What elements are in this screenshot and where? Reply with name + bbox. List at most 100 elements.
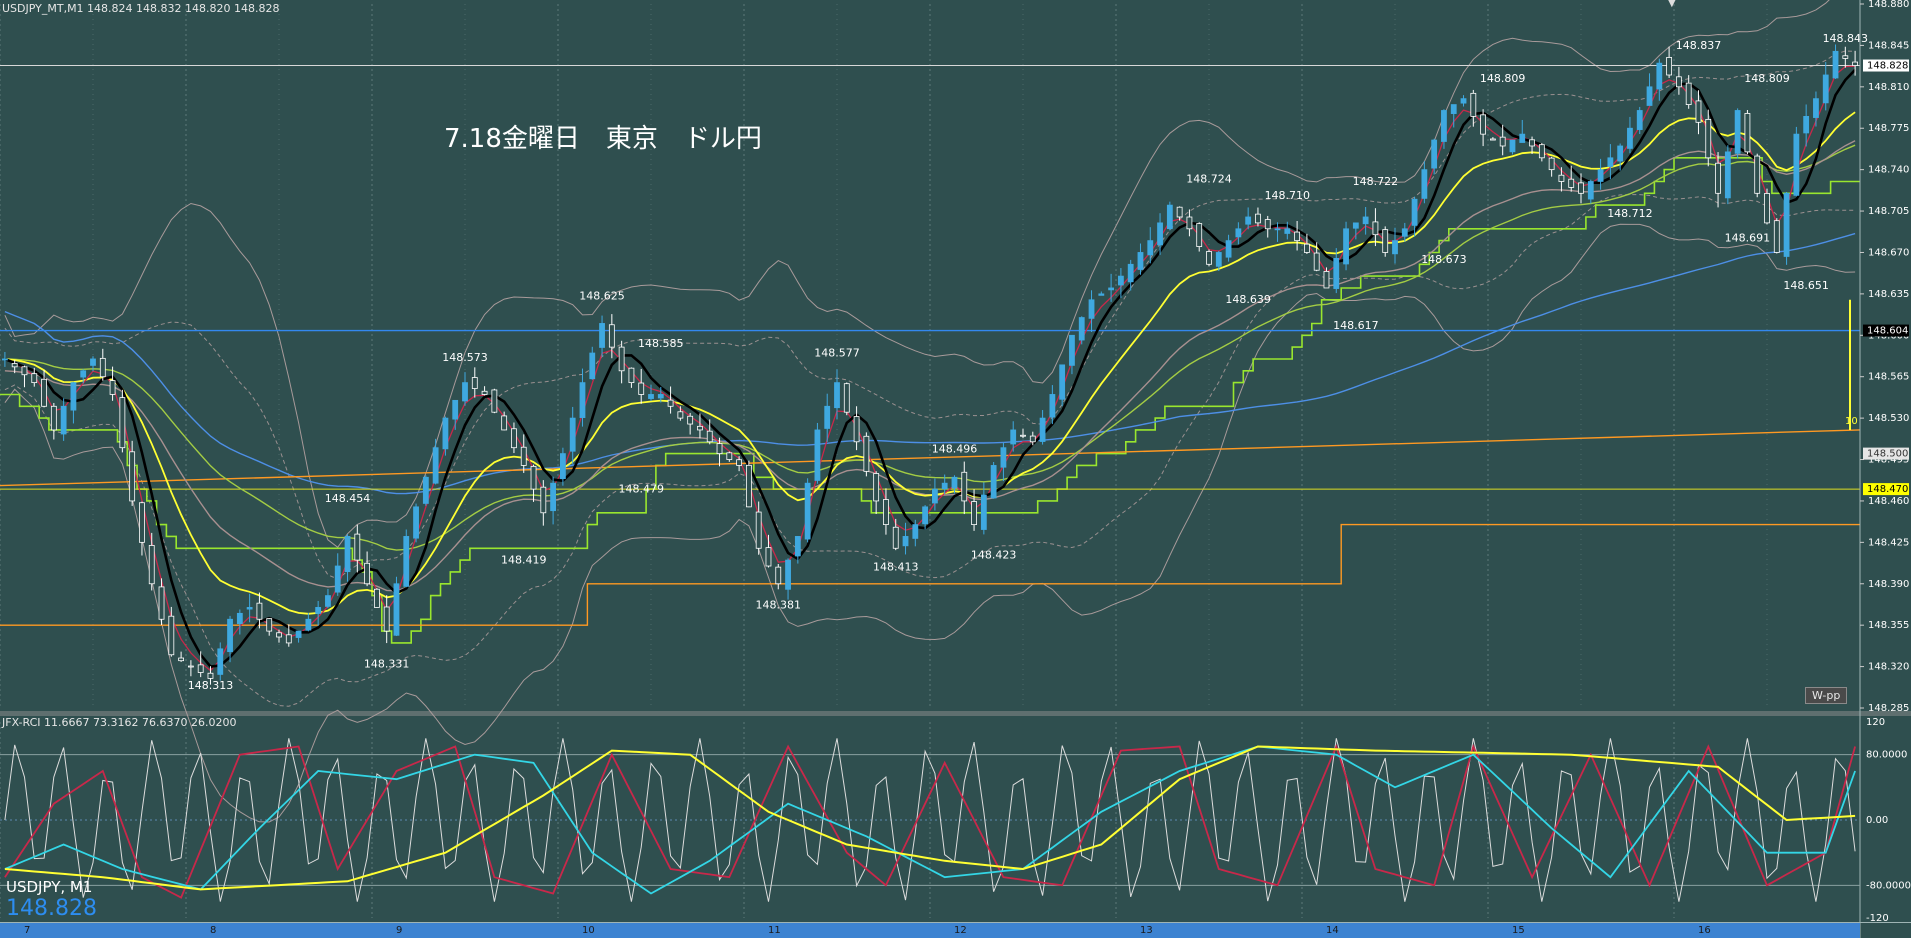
- time-tick-label: 15: [1512, 925, 1525, 936]
- candle-body: [726, 452, 733, 460]
- candle-body: [471, 377, 478, 389]
- price-tick-label: 148.880: [1868, 0, 1909, 10]
- candle-body: [1294, 231, 1301, 242]
- candle-body: [1274, 228, 1281, 231]
- chart-annotation: 7.18金曜日 東京 ドル円: [444, 124, 762, 154]
- time-tick-label: 7: [24, 925, 30, 936]
- price-tick-label: 148.635: [1868, 289, 1909, 300]
- time-tick-label: 11: [768, 925, 781, 936]
- candle-body: [765, 547, 772, 567]
- candle-body: [814, 429, 821, 481]
- price-tick-label: 148.390: [1868, 579, 1909, 590]
- scroll-marker-icon[interactable]: ▼: [1668, 0, 1676, 9]
- candle-body: [187, 665, 194, 668]
- candle-body: [462, 382, 468, 402]
- candle-body: [1010, 429, 1017, 445]
- candle-body: [824, 405, 831, 429]
- candle-body: [1822, 74, 1829, 104]
- candle-body: [227, 618, 233, 653]
- candle-body: [990, 465, 997, 499]
- peak-label: 148.331: [364, 658, 410, 671]
- time-tick-label: 13: [1140, 925, 1153, 936]
- candle-body: [295, 630, 302, 638]
- candle-body: [501, 415, 508, 431]
- candle-body: [1147, 240, 1154, 256]
- candle-body: [608, 324, 615, 348]
- candle-body: [1186, 216, 1193, 230]
- chart-header: USDJPY_MT,M1 148.824 148.832 148.820 148…: [2, 2, 280, 15]
- candle-body: [413, 506, 419, 539]
- candle-body: [1117, 275, 1124, 286]
- candle-body: [1333, 257, 1340, 289]
- peak-label: 148.673: [1421, 253, 1467, 266]
- candle-body: [1607, 157, 1614, 167]
- candle-body: [1362, 216, 1369, 225]
- peak-label: 148.617: [1333, 319, 1379, 332]
- price-badge-label: 148.828: [1867, 61, 1908, 72]
- peak-label: 148.639: [1225, 293, 1271, 306]
- candle-body: [99, 357, 106, 378]
- candle-body: [1137, 252, 1144, 270]
- candle-body: [618, 346, 625, 372]
- candle-body: [1734, 110, 1741, 154]
- candle-body: [706, 430, 713, 443]
- candle-body: [1509, 139, 1516, 153]
- candle-body: [60, 405, 67, 435]
- candle-body: [364, 562, 371, 585]
- candle-body: [139, 502, 145, 543]
- price-tick-label: 148.705: [1868, 206, 1909, 217]
- price-chart[interactable]: 148.313 148.331 148.454 148.573 148.419 148.6…: [0, 0, 1911, 938]
- candle-body: [873, 473, 880, 502]
- candle-body: [794, 536, 801, 557]
- candle-body: [1597, 169, 1604, 182]
- candle-body: [442, 417, 449, 450]
- candle-body: [41, 378, 47, 407]
- candle-body: [1411, 198, 1418, 226]
- candle-body: [178, 657, 185, 662]
- candle-body: [697, 425, 703, 431]
- candle-body: [1372, 221, 1379, 236]
- peak-label: 148.710: [1265, 189, 1311, 202]
- candle-body: [1813, 98, 1819, 118]
- candle-body: [207, 672, 214, 679]
- wpp-button[interactable]: W-pp: [1805, 687, 1848, 704]
- rci-tick-label: 120: [1866, 717, 1885, 728]
- time-axis-bar[interactable]: [0, 922, 1860, 938]
- candle-body: [961, 471, 968, 502]
- candle-body: [1529, 139, 1535, 147]
- time-tick-label: 14: [1326, 925, 1339, 936]
- price-tick-label: 148.285: [1868, 703, 1909, 714]
- candle-body: [1568, 178, 1575, 188]
- candle-body: [834, 382, 840, 409]
- candle-body: [491, 389, 498, 413]
- candle-body: [755, 511, 762, 549]
- candle-body: [1245, 216, 1252, 225]
- candle-body: [912, 524, 919, 539]
- candle-body: [736, 459, 743, 466]
- candle-body: [657, 394, 664, 399]
- candle-body: [129, 451, 136, 502]
- candle-body: [638, 382, 645, 395]
- candle-body: [344, 536, 351, 573]
- candle-body: [1705, 118, 1712, 159]
- candle-body: [980, 494, 987, 530]
- candle-body: [432, 447, 439, 484]
- rci-tick-label: 0.00: [1866, 815, 1888, 826]
- candle-body: [804, 482, 811, 540]
- price-tick-label: 148.530: [1868, 413, 1909, 424]
- candle-body: [80, 370, 87, 378]
- price-badge-label: 148.604: [1867, 326, 1908, 337]
- candle-body: [168, 615, 175, 656]
- candle-body: [1323, 271, 1330, 289]
- candle-body: [383, 606, 390, 632]
- candle-body: [325, 595, 331, 607]
- candle-body: [1627, 127, 1633, 149]
- candle-body: [1352, 222, 1359, 229]
- candle-body: [1715, 162, 1721, 194]
- candle-body: [1206, 251, 1212, 265]
- candle-body: [1284, 228, 1291, 234]
- candle-body: [1049, 394, 1056, 418]
- candle-body: [1382, 229, 1389, 253]
- candle-body: [677, 411, 684, 419]
- peak-label: 148.712: [1607, 207, 1653, 220]
